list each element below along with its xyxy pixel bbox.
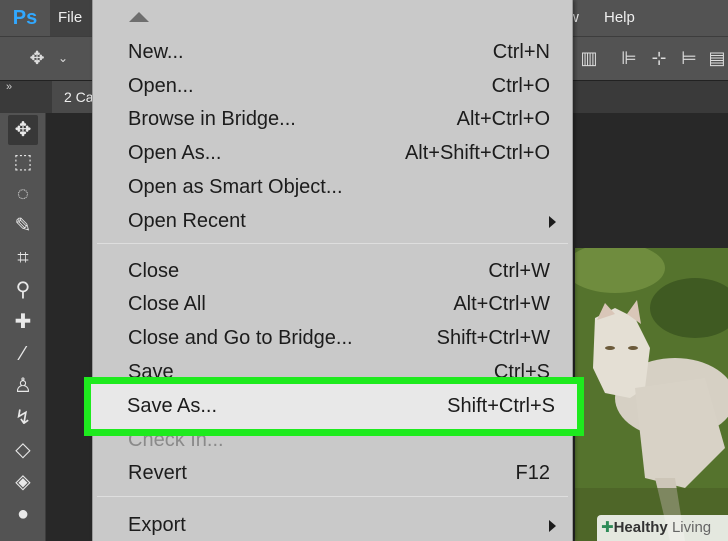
align-bottom-icon[interactable]: ▥	[578, 47, 600, 69]
paint-bucket-tool-icon[interactable]: ◈	[8, 467, 38, 497]
menu-item-browse-in-bridge[interactable]: Browse in Bridge... Alt+Ctrl+O	[93, 102, 572, 136]
eraser-tool-icon[interactable]: ◇	[8, 435, 38, 465]
align-right-icon[interactable]: ⊨	[678, 47, 700, 69]
menu-item-new[interactable]: New... Ctrl+N	[93, 35, 572, 69]
history-brush-tool-icon[interactable]: ↯	[8, 403, 38, 433]
plus-icon: ✚	[601, 519, 614, 536]
photoshop-logo: Ps	[12, 7, 38, 29]
menu-separator	[97, 496, 568, 497]
menu-help[interactable]: Help	[604, 0, 635, 36]
submenu-arrow-icon	[549, 216, 556, 228]
menu-item-open[interactable]: Open... Ctrl+O	[93, 69, 572, 103]
menu-item-open-as[interactable]: Open As... Alt+Shift+Ctrl+O	[93, 136, 572, 170]
menu-item-revert[interactable]: Revert F12	[93, 456, 572, 490]
menu-item-shortcut: Shift+Ctrl+S	[447, 395, 555, 417]
menu-item-open-as-smart-object[interactable]: Open as Smart Object...	[93, 170, 572, 204]
watermark-suffix: Living	[671, 519, 712, 536]
menu-item-label: Close and Go to Bridge...	[128, 327, 353, 349]
move-tool-icon[interactable]: ✥	[26, 47, 48, 69]
menu-item-label: Browse in Bridge...	[128, 108, 296, 130]
menu-separator	[97, 243, 568, 244]
menu-item-shortcut: F12	[515, 462, 550, 484]
file-menu-dropdown: New... Ctrl+N Open... Ctrl+O Browse in B…	[92, 0, 573, 541]
chevron-down-icon[interactable]: ⌄	[52, 47, 74, 69]
watermark: ✚Healthy Living	[597, 515, 728, 541]
menu-item-save-as[interactable]: Save As... Shift+Ctrl+S	[91, 390, 577, 423]
menu-item-shortcut: Ctrl+N	[492, 41, 550, 63]
quick-selection-tool-icon[interactable]: ✎	[8, 211, 38, 241]
menu-item-label: Save As...	[127, 395, 218, 417]
menu-item-shortcut: Ctrl+W	[488, 260, 550, 282]
cat-image	[575, 248, 728, 541]
menu-item-shortcut: Shift+Ctrl+W	[436, 327, 550, 349]
menu-item-close[interactable]: Close Ctrl+W	[93, 254, 572, 288]
menu-item-label: New...	[128, 41, 184, 63]
move-tool-icon[interactable]: ✥	[8, 115, 38, 145]
submenu-arrow-icon	[549, 520, 556, 532]
menu-item-label: Close	[128, 260, 180, 282]
eyedropper-tool-icon[interactable]: ⚲	[8, 275, 38, 305]
align-left-icon[interactable]: ⊫	[618, 47, 640, 69]
menu-item-label: Open as Smart Object...	[128, 176, 343, 198]
menu-file[interactable]: File	[50, 0, 92, 36]
save-as-highlight-box: Save As... Shift+Ctrl+S	[84, 377, 584, 436]
lasso-tool-icon[interactable]: ◌	[8, 179, 38, 209]
menu-item-export[interactable]: Export	[93, 508, 572, 541]
menu-item-shortcut: Alt+Ctrl+W	[453, 293, 550, 315]
menu-item-label: Export	[128, 514, 186, 536]
scroll-up-arrow-icon[interactable]	[129, 12, 149, 22]
menu-item-shortcut: Ctrl+O	[491, 75, 550, 97]
distribute-icon[interactable]: ▤	[706, 47, 728, 69]
align-center-icon[interactable]: ⊹	[648, 47, 670, 69]
menu-item-shortcut: Alt+Ctrl+O	[456, 108, 550, 130]
menu-item-label: Open Recent	[128, 210, 246, 232]
healing-brush-tool-icon[interactable]: ✚	[8, 307, 38, 337]
blur-tool-icon[interactable]: ●	[8, 499, 38, 529]
tools-panel: ✥ ⬚ ◌ ✎ ⌗ ⚲ ✚ ⁄ ♙ ↯ ◇ ◈ ●	[0, 113, 46, 541]
menu-item-label: Open...	[128, 75, 194, 97]
menu-item-open-recent[interactable]: Open Recent	[93, 204, 572, 238]
menu-item-label: Revert	[128, 462, 187, 484]
clone-stamp-tool-icon[interactable]: ♙	[8, 371, 38, 401]
menu-item-close-and-go-to-bridge[interactable]: Close and Go to Bridge... Shift+Ctrl+W	[93, 321, 572, 355]
collapse-panel-icon[interactable]: »	[6, 81, 12, 93]
brush-tool-icon[interactable]: ⁄	[8, 339, 38, 369]
menu-item-label: Open As...	[128, 142, 222, 164]
marquee-tool-icon[interactable]: ⬚	[8, 147, 38, 177]
menu-item-shortcut: Alt+Shift+Ctrl+O	[404, 142, 550, 164]
menu-item-label: Close All	[128, 293, 206, 315]
menu-item-close-all[interactable]: Close All Alt+Ctrl+W	[93, 287, 572, 321]
watermark-brand: Healthy	[613, 519, 668, 536]
cat-photo	[575, 248, 728, 541]
crop-tool-icon[interactable]: ⌗	[8, 243, 38, 273]
